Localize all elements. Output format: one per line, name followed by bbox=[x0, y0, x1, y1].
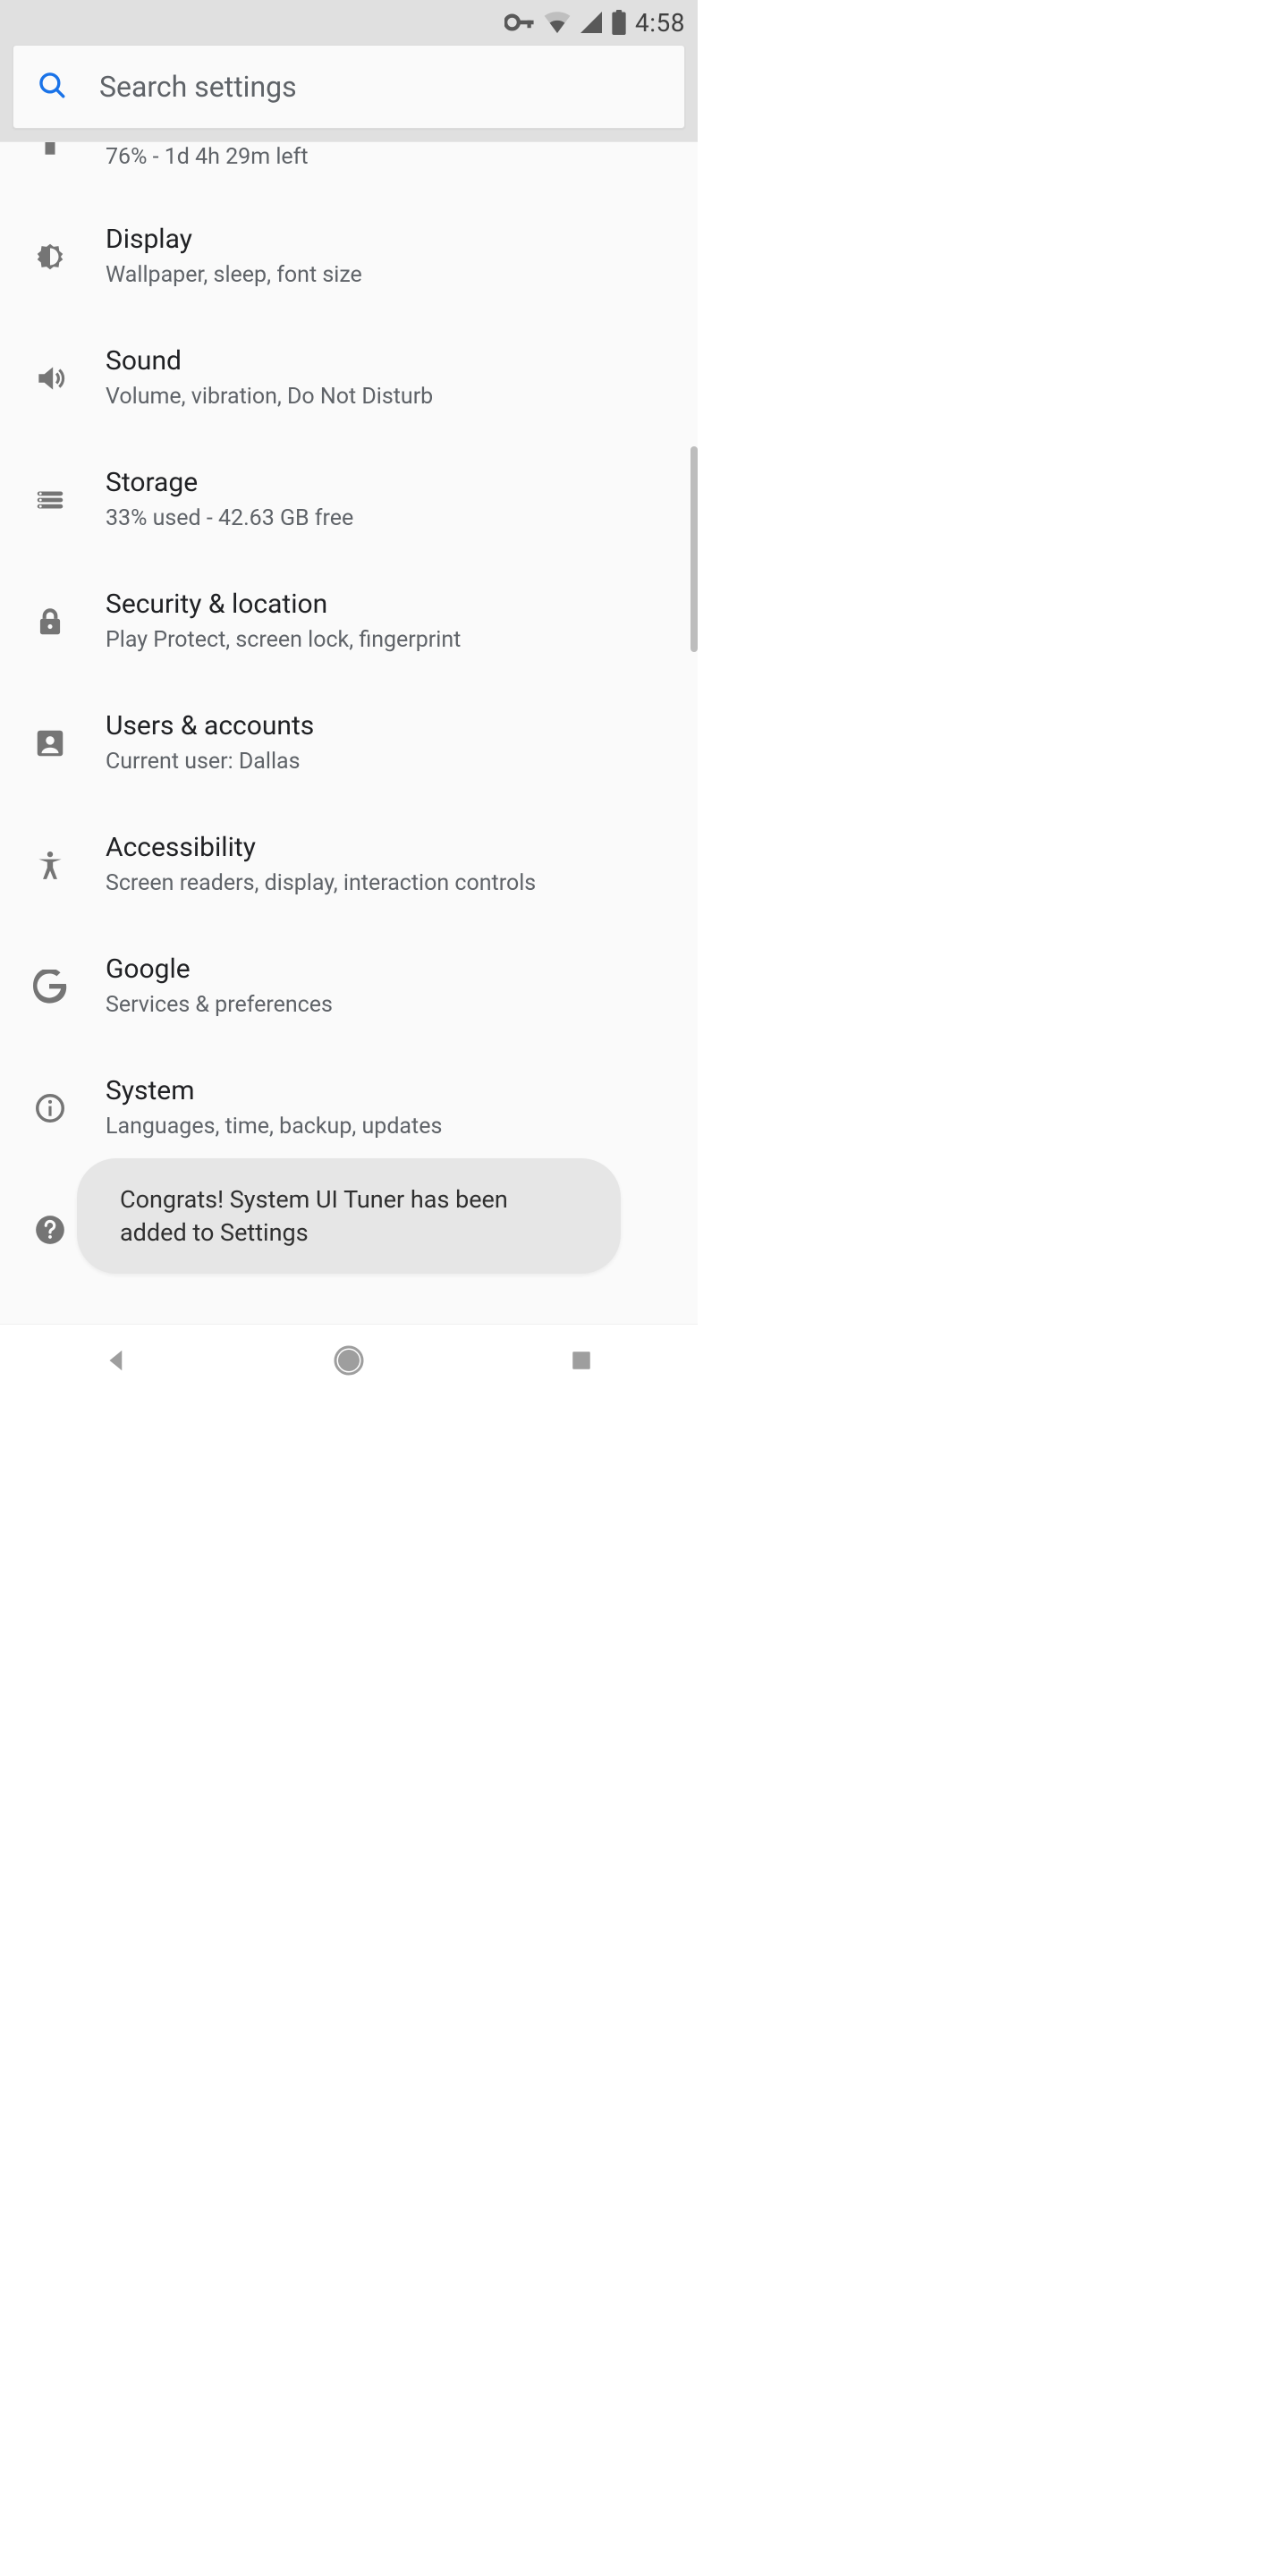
item-subtitle: 76% - 1d 4h 29m left bbox=[106, 142, 674, 173]
settings-list-viewport[interactable]: 76% - 1d 4h 29m left Display Wallpaper, sl… bbox=[0, 141, 698, 1324]
navigation-bar bbox=[0, 1324, 698, 1395]
item-subtitle: Screen readers, display, interaction con… bbox=[106, 869, 674, 899]
item-texts: Storage 33% used - 42.63 GB free bbox=[106, 467, 674, 534]
display-icon bbox=[23, 240, 77, 274]
item-title: Storage bbox=[106, 467, 674, 498]
info-icon bbox=[23, 1091, 77, 1125]
search-bar[interactable]: Search settings bbox=[13, 45, 685, 129]
settings-item-system[interactable]: System Languages, time, backup, updates bbox=[0, 1047, 698, 1169]
cell-signal-icon bbox=[580, 12, 603, 33]
item-texts: Google Services & preferences bbox=[106, 953, 674, 1021]
item-texts: Sound Volume, vibration, Do Not Disturb bbox=[106, 345, 674, 412]
battery-icon bbox=[23, 142, 77, 162]
settings-item-display[interactable]: Display Wallpaper, sleep, font size bbox=[0, 196, 698, 318]
overview-button[interactable] bbox=[528, 1334, 635, 1387]
search-placeholder: Search settings bbox=[99, 70, 297, 104]
lock-icon bbox=[23, 605, 77, 639]
settings-item-battery[interactable]: 76% - 1d 4h 29m left bbox=[0, 142, 698, 196]
item-texts: System Languages, time, backup, updates bbox=[106, 1075, 674, 1142]
item-subtitle: Services & preferences bbox=[106, 990, 674, 1021]
settings-screen: 4:58 Search settings 76% - 1d 4h 29m lef… bbox=[0, 0, 698, 1395]
back-button[interactable] bbox=[63, 1334, 170, 1387]
vpn-key-icon bbox=[504, 13, 535, 31]
item-subtitle: Languages, time, backup, updates bbox=[106, 1112, 674, 1142]
scrollbar-thumb[interactable] bbox=[691, 446, 698, 652]
item-title: Accessibility bbox=[106, 832, 674, 863]
home-button[interactable] bbox=[295, 1334, 402, 1387]
item-title: Google bbox=[106, 953, 674, 985]
help-icon bbox=[23, 1213, 77, 1247]
item-title: System bbox=[106, 1075, 674, 1106]
item-texts: Users & accounts Current user: Dallas bbox=[106, 710, 674, 777]
google-icon bbox=[23, 970, 77, 1004]
item-texts: Accessibility Screen readers, display, in… bbox=[106, 832, 674, 899]
item-texts: Security & location Play Protect, screen … bbox=[106, 589, 674, 656]
settings-item-accessibility[interactable]: Accessibility Screen readers, display, in… bbox=[0, 804, 698, 926]
item-title: Users & accounts bbox=[106, 710, 674, 741]
item-texts: Display Wallpaper, sleep, font size bbox=[106, 224, 674, 291]
settings-item-storage[interactable]: Storage 33% used - 42.63 GB free bbox=[0, 439, 698, 561]
item-subtitle: Current user: Dallas bbox=[106, 747, 674, 777]
settings-item-google[interactable]: Google Services & preferences bbox=[0, 926, 698, 1047]
settings-item-sound[interactable]: Sound Volume, vibration, Do Not Disturb bbox=[0, 318, 698, 439]
settings-item-users-accounts[interactable]: Users & accounts Current user: Dallas bbox=[0, 682, 698, 804]
item-title: Sound bbox=[106, 345, 674, 377]
toast: Congrats! System UI Tuner has been added… bbox=[77, 1158, 621, 1274]
item-title: Security & location bbox=[106, 589, 674, 620]
sound-icon bbox=[23, 361, 77, 395]
item-subtitle: Wallpaper, sleep, font size bbox=[106, 260, 674, 291]
toast-text: Congrats! System UI Tuner has been added… bbox=[120, 1185, 508, 1246]
item-texts: 76% - 1d 4h 29m left bbox=[106, 142, 674, 173]
clock: 4:58 bbox=[635, 8, 685, 38]
accessibility-icon bbox=[23, 848, 77, 882]
item-title: Display bbox=[106, 224, 674, 255]
storage-icon bbox=[23, 483, 77, 517]
status-bar: 4:58 bbox=[0, 0, 698, 45]
search-bar-container: Search settings bbox=[0, 45, 698, 141]
item-subtitle: 33% used - 42.63 GB free bbox=[106, 504, 674, 534]
battery-status-icon bbox=[612, 10, 626, 35]
search-icon bbox=[37, 70, 67, 104]
wifi-icon bbox=[544, 12, 571, 33]
item-subtitle: Volume, vibration, Do Not Disturb bbox=[106, 382, 674, 412]
item-subtitle: Play Protect, screen lock, fingerprint bbox=[106, 625, 674, 656]
account-icon bbox=[23, 726, 77, 760]
settings-item-security-location[interactable]: Security & location Play Protect, screen … bbox=[0, 561, 698, 682]
